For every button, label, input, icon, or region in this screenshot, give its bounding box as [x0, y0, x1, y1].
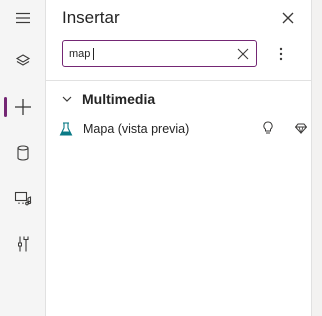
clear-icon [237, 48, 249, 60]
panel-title: Insertar [62, 8, 120, 27]
media-icon [14, 191, 31, 206]
group-label: Multimedia [82, 91, 156, 107]
tools-icon [17, 236, 29, 252]
left-rail [0, 0, 46, 316]
more-vertical-icon [279, 47, 283, 61]
clear-search-button[interactable] [234, 45, 252, 63]
insert-item-map[interactable]: Mapa (vista previa) [58, 118, 307, 140]
insert-button[interactable] [0, 89, 45, 125]
menu-button[interactable] [0, 0, 45, 36]
plus-icon [14, 99, 31, 115]
search-box [62, 40, 257, 67]
close-icon [282, 12, 294, 24]
media-button[interactable] [0, 180, 45, 216]
database-icon [16, 145, 29, 161]
chevron-down-icon [62, 96, 72, 102]
lightbulb-icon [261, 121, 275, 135]
flask-icon [58, 121, 74, 137]
group-header-multimedia[interactable]: Multimedia [62, 89, 155, 109]
tree-view-button[interactable] [0, 43, 45, 79]
close-button[interactable] [276, 6, 300, 30]
insert-panel: Insertar Multimedia [46, 0, 311, 316]
layers-icon [15, 54, 30, 66]
right-edge-panel [311, 0, 322, 316]
diamond-icon [294, 121, 308, 135]
text-caret [93, 48, 94, 60]
divider [46, 80, 311, 81]
advanced-tools-button[interactable] [0, 226, 45, 262]
more-options-button[interactable] [272, 42, 290, 66]
hamburger-menu-icon [15, 12, 30, 24]
data-button[interactable] [0, 135, 45, 171]
insert-item-label: Mapa (vista previa) [83, 122, 190, 136]
